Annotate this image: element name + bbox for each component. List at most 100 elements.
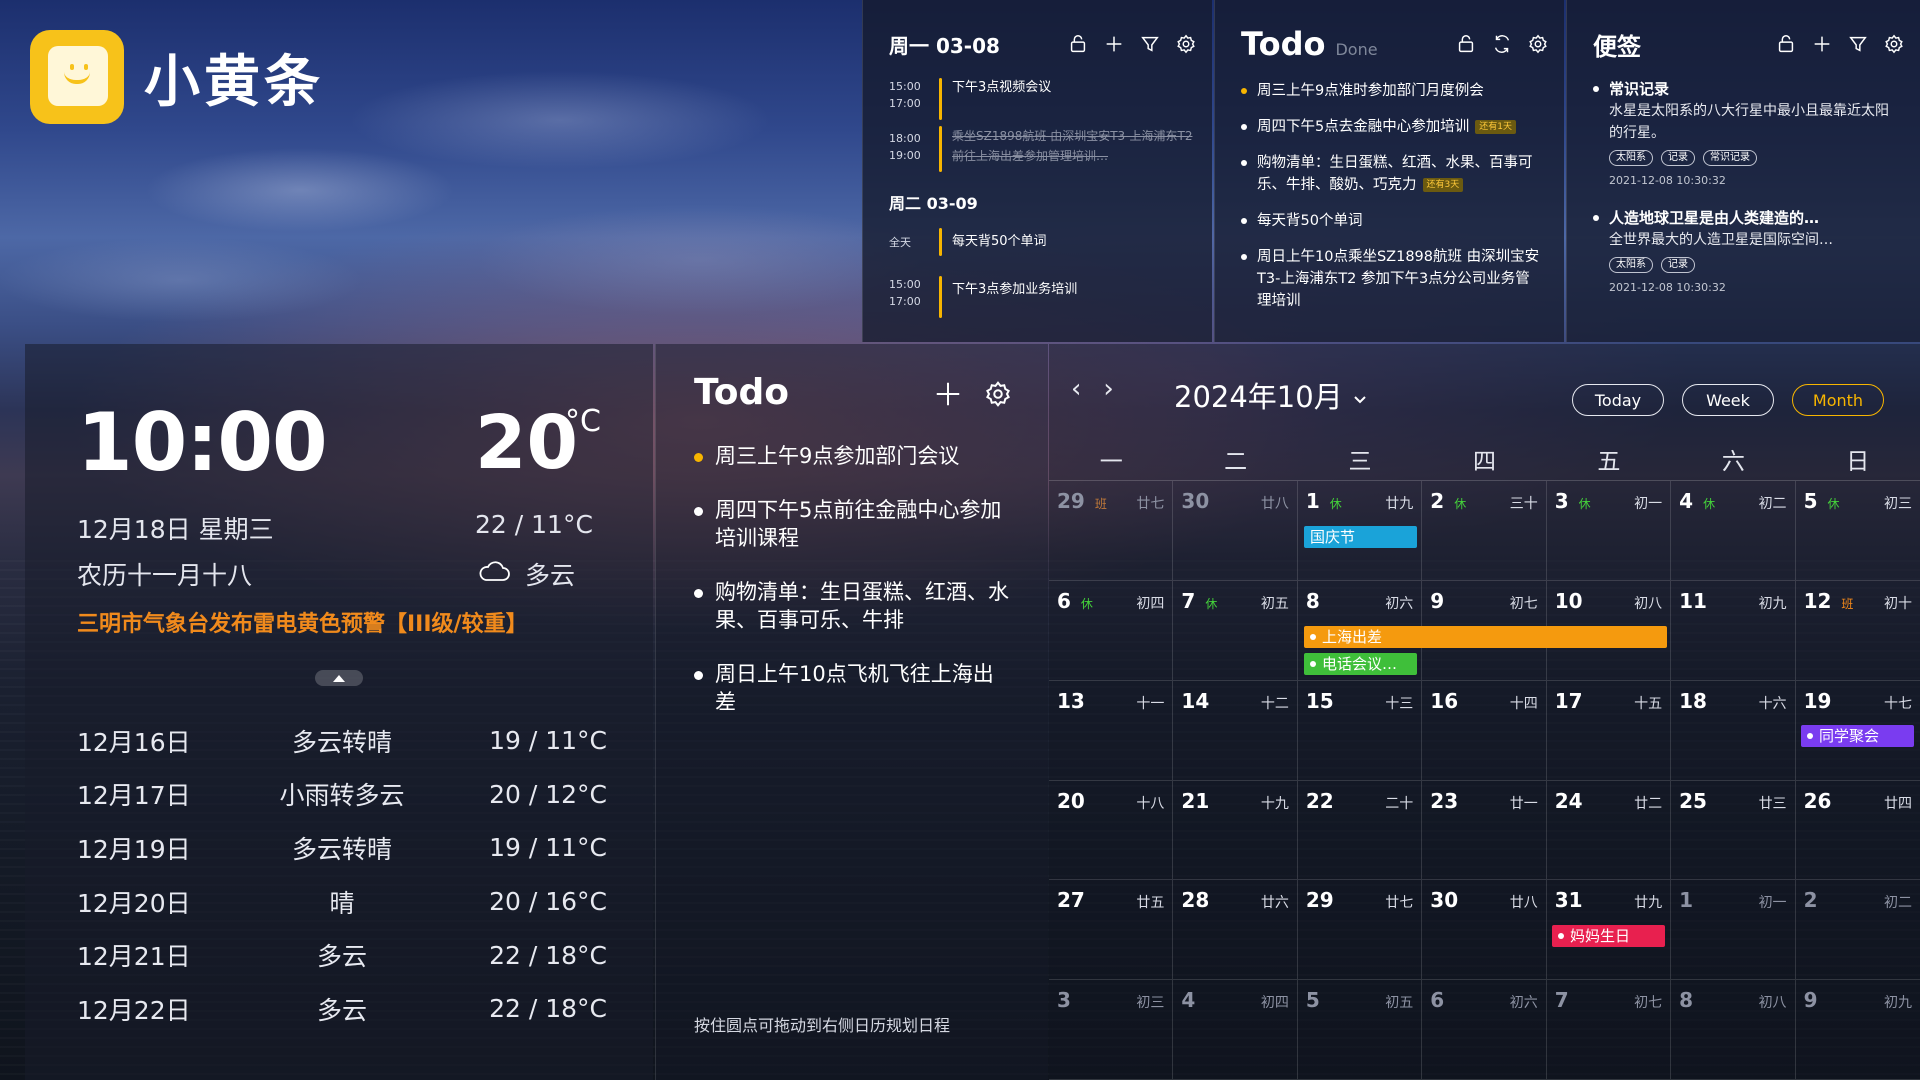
calendar-day-cell[interactable]: 27 廿五 [1049,880,1174,981]
calendar-day-cell[interactable]: 21 十九 [1173,780,1298,881]
calendar-day-cell[interactable]: 13 十一 [1049,680,1174,781]
day-number: 17 [1554,688,1583,713]
todo-item[interactable]: 周日上午10点乘坐SZ1898航班 由深圳宝安T3-上海浦东T2 参加下午3点分… [1241,246,1544,312]
event-mom-birthday[interactable]: 妈妈生日 [1552,925,1665,947]
day-number: 28 [1181,888,1210,913]
today-button[interactable]: Today [1572,384,1664,416]
lunar-day: 初八 [1758,995,1787,1012]
calendar-day-cell[interactable]: 2 初二 [1795,880,1920,981]
gear-icon[interactable] [1174,32,1198,56]
calendar-day-cell[interactable]: 9 初九 [1795,980,1920,1080]
week-button[interactable]: Week [1682,384,1774,416]
calendar-day-cell[interactable]: 29 廿七 [1297,880,1423,981]
lunar-day: 十二 [1260,695,1289,712]
note-tag[interactable]: 常识记录 [1703,150,1757,166]
forecast-temp: 22 / 18°C [489,994,607,1024]
collapse-toggle[interactable] [315,670,363,686]
gear-icon[interactable] [982,378,1014,410]
event-phone-meeting[interactable]: 电话会议… [1304,653,1417,675]
note-tag[interactable]: 太阳系 [1609,150,1653,166]
day-number: 4 [1181,988,1196,1013]
calendar-day-cell[interactable]: 4 休 初二 [1671,481,1796,581]
schedule-item[interactable]: 全天 每天背50个单词 [889,228,1198,256]
chevron-left-icon[interactable]: ‹ [1071,374,1081,404]
event-national-day[interactable]: 国庆节 [1304,526,1417,548]
calendar-day-cell[interactable]: 6 休 初四 [1049,580,1174,681]
add-icon[interactable] [1810,32,1834,56]
lock-icon[interactable] [1066,32,1090,56]
note-title: 人造地球卫星是由人类建造的… [1609,209,1820,227]
calendar-day-cell[interactable]: 23 廿一 [1422,780,1547,881]
calendar-day-cell[interactable]: 20 十八 [1049,780,1174,881]
done-tab[interactable]: Done [1335,40,1377,59]
calendar-day-cell[interactable]: 4 初四 [1173,980,1298,1080]
day-number: 15 [1305,688,1334,713]
event-shanghai-trip[interactable]: 上海出差 [1304,626,1667,648]
add-icon[interactable] [1102,32,1126,56]
day-number: 8 [1679,988,1694,1013]
filter-icon[interactable] [1138,32,1162,56]
calendar-day-cell[interactable]: 7 初七 [1546,980,1672,1080]
calendar-day-cell[interactable]: 1 初一 [1671,880,1796,981]
todo-item[interactable]: 购物清单：生日蛋糕、红酒、水果、百事可乐、牛排、酸奶、巧克力 还有3天 [1241,152,1544,196]
calendar-day-cell[interactable]: 15 十三 [1297,680,1423,781]
month-selector[interactable]: 2024年10月 [1174,374,1367,416]
event-class-reunion[interactable]: 同学聚会 [1801,725,1914,747]
lock-icon[interactable] [1774,32,1798,56]
calendar-day-cell[interactable]: 24 廿二 [1546,780,1672,881]
calendar-day-cell[interactable]: 6 初六 [1422,980,1547,1080]
todo-item[interactable]: 周日上午10点飞机飞往上海出差 [694,660,1014,716]
calendar-day-cell[interactable]: 30 廿八 [1422,880,1547,981]
note-tag[interactable]: 记录 [1661,257,1695,273]
calendar-day-cell[interactable]: 7 休 初五 [1173,580,1298,681]
schedule-item[interactable]: 18:00 19:00 乘坐SZ1898航班 由深圳宝安T3-上海浦东T2 前往… [889,126,1198,172]
lock-icon[interactable] [1454,32,1478,56]
calendar-day-cell[interactable]: 29 班 廿七 [1049,481,1174,581]
calendar-day-cell[interactable]: 11 初九 [1671,580,1796,681]
calendar-day-cell[interactable]: 18 十六 [1671,680,1796,781]
todo-item[interactable]: 周四下午5点去金融中心参加培训 还有1天 [1241,116,1544,138]
calendar-day-cell[interactable]: 5 休 初三 [1795,481,1920,581]
drag-handle-dot[interactable] [694,453,703,462]
calendar-day-cell[interactable]: 2 休 三十 [1422,481,1547,581]
todo-item[interactable]: 购物清单：生日蛋糕、红酒、水果、百事可乐、牛排 [694,578,1014,634]
schedule-item[interactable]: 15:00 17:00 下午3点视频会议 [889,78,1198,120]
calendar-day-cell[interactable]: 5 初五 [1297,980,1423,1080]
calendar-day-cell[interactable]: 30 廿八 [1173,481,1298,581]
todo-item[interactable]: 周三上午9点参加部门会议 [694,442,1014,470]
calendar-day-cell[interactable]: 14 十二 [1173,680,1298,781]
note-tag[interactable]: 记录 [1661,150,1695,166]
filter-icon[interactable] [1846,32,1870,56]
calendar-day-cell[interactable]: 22 二十 [1297,780,1423,881]
calendar-day-cell[interactable]: 28 廿六 [1173,880,1298,981]
calendar-day-cell[interactable]: 26 廿四 [1795,781,1920,881]
gear-icon[interactable] [1882,32,1906,56]
note-card[interactable]: 人造地球卫星是由人类建造的… 全世界最大的人造卫星是国际空间… 太阳系 记录 2… [1593,207,1900,294]
holiday-badge: 休 [1205,596,1218,611]
calendar-day-cell[interactable]: 3 休 初一 [1546,481,1672,581]
todo-item[interactable]: 周四下午5点前往金融中心参加培训课程 [694,496,1014,552]
holiday-badge: 休 [1080,596,1093,611]
gear-icon[interactable] [1526,32,1550,56]
note-tag[interactable]: 太阳系 [1609,257,1653,273]
todo-item[interactable]: 周三上午9点准时参加部门月度例会 [1241,80,1544,102]
drag-handle-dot[interactable] [694,589,703,598]
todo-text: 周日上午10点乘坐SZ1898航班 由深圳宝安T3-上海浦东T2 参加下午3点分… [1257,249,1540,309]
calendar-day-cell[interactable]: 3 初三 [1049,980,1174,1080]
schedule-item[interactable]: 15:00 17:00 下午3点参加业务培训 [889,276,1198,318]
workday-badge: 班 [1094,497,1107,511]
calendar-day-cell[interactable]: 12 班 初十 [1795,581,1920,681]
note-card[interactable]: 常识记录 水星是太阳系的八大行星中最小且最靠近太阳的行星。 太阳系 记录 常识记… [1593,78,1900,187]
drag-handle-dot[interactable] [694,671,703,680]
calendar-day-cell[interactable]: 17 十五 [1546,680,1672,781]
calendar-day-cell[interactable]: 25 廿三 [1671,780,1796,881]
refresh-icon[interactable] [1490,32,1514,56]
month-button[interactable]: Month [1792,384,1884,416]
calendar-day-cell[interactable]: 16 十四 [1422,680,1547,781]
calendar-day-cell[interactable]: 8 初八 [1671,980,1796,1080]
todo-item[interactable]: 每天背50个单词 [1241,210,1544,232]
weather-warning[interactable]: 三明市气象台发布雷电黄色预警【III级/较重】 [77,606,528,638]
chevron-right-icon[interactable]: › [1103,374,1113,404]
add-icon[interactable] [932,378,964,410]
drag-handle-dot[interactable] [694,507,703,516]
